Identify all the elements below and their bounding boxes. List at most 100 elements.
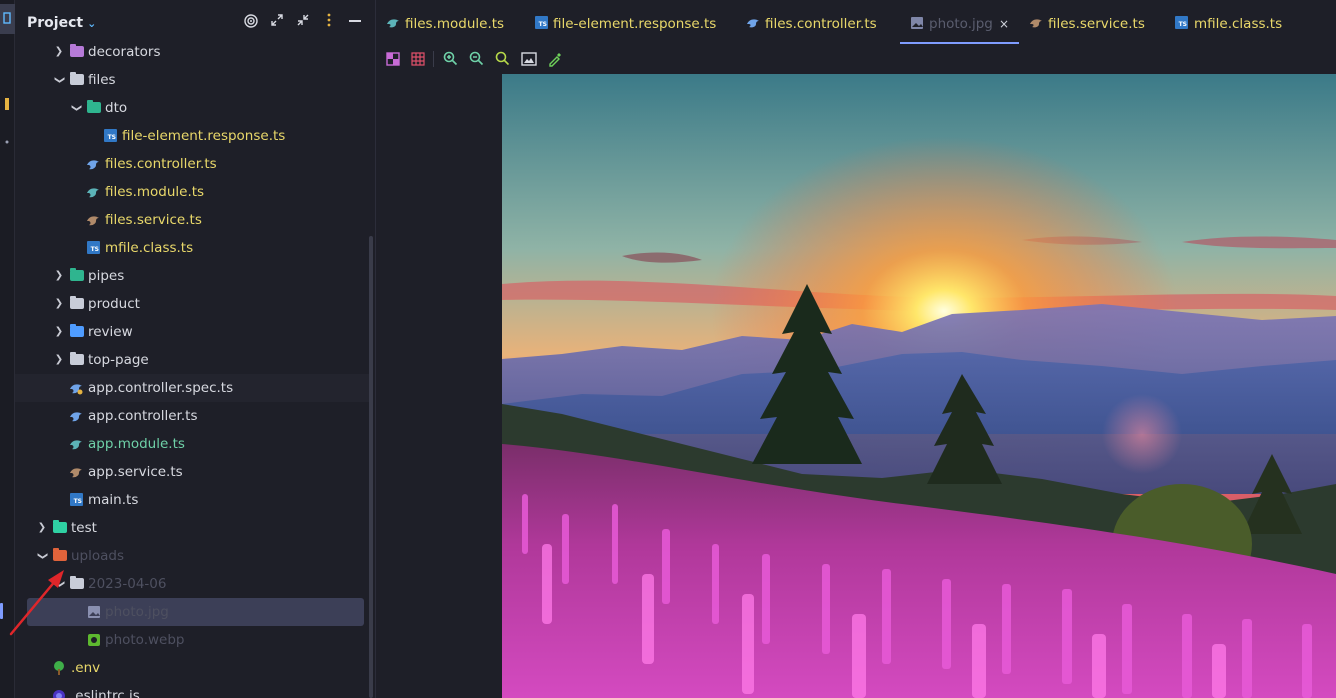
chevron-right-icon[interactable]: ❯ xyxy=(36,514,48,542)
tree-file-eslintrc[interactable]: .eslintrc.js xyxy=(15,682,370,698)
tab-file-element-response[interactable]: TS file-element.response.ts xyxy=(524,0,736,44)
tab-label: files.module.ts xyxy=(405,16,505,32)
selection-marker xyxy=(0,603,3,619)
tab-label: mfile.class.ts xyxy=(1194,16,1283,32)
grid-icon[interactable] xyxy=(409,50,427,68)
tab-label: files.controller.ts xyxy=(765,16,877,32)
folder-tool-icon xyxy=(3,12,11,24)
webp-file-icon xyxy=(88,634,100,646)
tree-file-photo-jpg[interactable]: photo.jpg xyxy=(27,598,364,626)
tree-item-label: photo.webp xyxy=(105,632,185,648)
tree-file-app-controller[interactable]: app.controller.ts xyxy=(15,402,370,430)
chevron-down-icon: ⌄ xyxy=(87,17,97,30)
background-icon[interactable] xyxy=(384,50,402,68)
tree-item-label: .env xyxy=(71,660,101,676)
nest-controller-icon xyxy=(70,412,82,422)
chevron-down-icon[interactable]: ❯ xyxy=(62,102,90,114)
ide-window: Project ⌄ ❯ decorators ❯ files ❯ dto TS … xyxy=(0,0,1336,698)
tree-item-label: review xyxy=(88,324,133,340)
chevron-down-icon[interactable]: ❯ xyxy=(28,550,56,562)
folder-icon xyxy=(70,324,84,337)
actual-size-icon[interactable] xyxy=(494,50,512,68)
tree-folder-uploads[interactable]: ❯ uploads xyxy=(15,542,370,570)
fit-to-window-icon[interactable] xyxy=(520,50,538,68)
tab-label: file-element.response.ts xyxy=(553,16,717,32)
tree-folder-pipes[interactable]: ❯ pipes xyxy=(15,262,370,290)
close-icon[interactable]: × xyxy=(999,0,1009,48)
color-picker-icon[interactable] xyxy=(546,50,564,68)
activity-bar xyxy=(0,0,15,698)
tree-item-label: mfile.class.ts xyxy=(105,240,194,256)
tree-folder-files[interactable]: ❯ files xyxy=(15,66,370,94)
tab-files-controller[interactable]: files.controller.ts xyxy=(736,0,900,44)
structure-tool-button[interactable] xyxy=(0,128,15,158)
tree-folder-2023-04-06[interactable]: ❯ 2023-04-06 xyxy=(15,570,370,598)
tab-label: photo.jpg xyxy=(929,16,993,32)
collapse-all-icon[interactable] xyxy=(293,13,313,33)
tree-file-env[interactable]: .env xyxy=(15,654,370,682)
editor-area: files.module.ts TS file-element.response… xyxy=(376,0,1336,698)
tree-file-app-controller-spec[interactable]: app.controller.spec.ts xyxy=(15,374,370,402)
tree-file-app-module[interactable]: app.module.ts xyxy=(15,430,370,458)
tree-folder-dto[interactable]: ❯ dto xyxy=(15,94,370,122)
zoom-in-icon[interactable] xyxy=(442,50,460,68)
nest-spec-icon xyxy=(70,384,83,395)
target-icon[interactable] xyxy=(241,13,261,33)
tree-item-label: photo.jpg xyxy=(105,604,169,620)
chevron-down-icon[interactable]: ❯ xyxy=(45,578,73,590)
more-options-icon[interactable] xyxy=(319,13,339,33)
tree-file-main[interactable]: TS main.ts xyxy=(15,486,370,514)
tree-folder-review[interactable]: ❯ review xyxy=(15,318,370,346)
folder-icon xyxy=(70,296,84,309)
project-title-dropdown[interactable]: Project ⌄ xyxy=(27,15,96,31)
image-file-icon xyxy=(88,606,100,618)
tree-item-label: app.service.ts xyxy=(88,464,183,480)
tree-file-photo-webp[interactable]: photo.webp xyxy=(15,626,370,654)
tree-item-label: .eslintrc.js xyxy=(71,688,140,698)
tree-file-mfile-class[interactable]: TS mfile.class.ts xyxy=(15,234,370,262)
structure-icon xyxy=(5,140,9,144)
folder-icon xyxy=(70,44,84,57)
tree-item-label: uploads xyxy=(71,548,125,564)
chevron-right-icon[interactable]: ❯ xyxy=(53,262,65,290)
commit-tool-button[interactable] xyxy=(0,90,15,120)
tree-item-label: main.ts xyxy=(88,492,139,508)
tree-folder-product[interactable]: ❯ product xyxy=(15,290,370,318)
tree-folder-top-page[interactable]: ❯ top-page xyxy=(15,346,370,374)
toolbar-separator xyxy=(433,51,434,67)
chevron-right-icon[interactable]: ❯ xyxy=(53,346,65,374)
typescript-icon: TS xyxy=(1175,16,1188,29)
tab-photo-jpg[interactable]: photo.jpg × xyxy=(900,0,1019,44)
zoom-out-icon[interactable] xyxy=(468,50,486,68)
tree-file-files-controller[interactable]: files.controller.ts xyxy=(15,150,370,178)
tree-item-label: product xyxy=(88,296,140,312)
project-title-label: Project xyxy=(27,15,84,31)
tree-item-label: test xyxy=(71,520,97,536)
nest-controller-icon xyxy=(747,19,759,28)
tree-file-files-service[interactable]: files.service.ts xyxy=(15,206,370,234)
folder-icon xyxy=(70,352,84,365)
tree-file-file-element-response[interactable]: TS file-element.response.ts xyxy=(15,122,370,150)
tab-mfile-class[interactable]: TS mfile.class.ts xyxy=(1165,0,1305,44)
tree-file-app-service[interactable]: app.service.ts xyxy=(15,458,370,486)
tree-folder-test[interactable]: ❯ test xyxy=(15,514,370,542)
expand-all-icon[interactable] xyxy=(267,13,287,33)
tree-file-files-module[interactable]: files.module.ts xyxy=(15,178,370,206)
chevron-right-icon[interactable]: ❯ xyxy=(53,290,65,318)
eslint-icon xyxy=(53,690,65,698)
nest-module-icon xyxy=(70,440,82,450)
tab-files-module[interactable]: files.module.ts xyxy=(376,0,524,44)
minimize-icon[interactable] xyxy=(345,13,365,33)
folder-icon xyxy=(70,268,84,281)
chevron-right-icon[interactable]: ❯ xyxy=(53,38,65,66)
tree-folder-decorators[interactable]: ❯ decorators xyxy=(15,38,370,66)
nest-service-icon xyxy=(87,216,99,226)
project-tool-button[interactable] xyxy=(0,4,15,34)
image-preview xyxy=(502,74,1336,698)
project-scrollbar[interactable] xyxy=(369,236,373,698)
folder-icon xyxy=(70,576,84,589)
chevron-right-icon[interactable]: ❯ xyxy=(53,318,65,346)
tab-files-service[interactable]: files.service.ts xyxy=(1019,0,1165,44)
nest-module-icon xyxy=(87,188,99,198)
chevron-down-icon[interactable]: ❯ xyxy=(45,74,73,86)
